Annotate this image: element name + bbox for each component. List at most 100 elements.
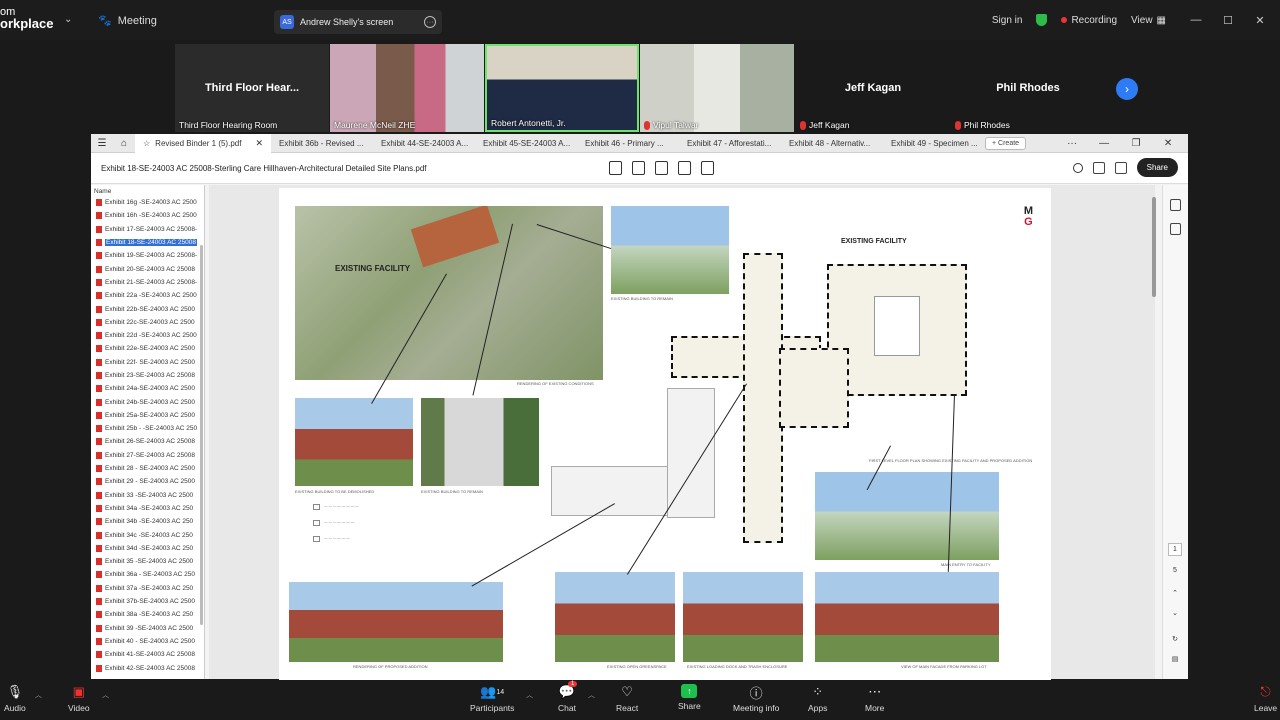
file-list-item[interactable]: Exhibit 24b-SE-24003 AC 2500 xyxy=(91,395,204,408)
chevron-up-icon[interactable]: ︿ xyxy=(588,690,595,700)
file-list-item[interactable]: Exhibit 36a - SE-24003 AC 250 xyxy=(91,568,204,581)
react-button[interactable]: ♡ React xyxy=(616,684,638,713)
tab-exhibit[interactable]: Exhibit 44-SE-24003 A... xyxy=(373,134,475,153)
file-list-item[interactable]: Exhibit 24a-SE-24003 AC 2500 xyxy=(91,382,204,395)
file-list-item[interactable]: Exhibit 37b-SE-24003 AC 2500 xyxy=(91,595,204,608)
security-shield-icon[interactable] xyxy=(1036,14,1048,26)
participants-button[interactable]: 👥 14 Participants xyxy=(470,684,514,713)
file-list-item[interactable]: Exhibit 39 -SE-24003 AC 2500 xyxy=(91,622,204,635)
file-list-item[interactable]: Exhibit 38a -SE-24003 AC 250 xyxy=(91,608,204,621)
file-list-item[interactable]: Exhibit 34a -SE-24003 AC 250 xyxy=(91,502,204,515)
sign-in-button[interactable]: Sign in xyxy=(992,15,1023,26)
tab-exhibit[interactable]: Exhibit 48 - Alternativ... xyxy=(781,134,883,153)
maximize-icon[interactable]: ☐ xyxy=(1212,14,1244,27)
chevron-up-icon[interactable]: ︿ xyxy=(35,690,42,700)
file-list-item[interactable]: Exhibit 34c -SE-24003 AC 250 xyxy=(91,528,204,541)
vertical-scrollbar[interactable] xyxy=(1149,185,1161,679)
file-list-item[interactable]: Exhibit 18-SE-24003 AC 25008 xyxy=(91,236,204,249)
search-icon[interactable] xyxy=(1072,162,1083,173)
file-list-item[interactable]: Exhibit 22d -SE-24003 AC 2500 xyxy=(91,329,204,342)
apps-button[interactable]: ⁘ Apps xyxy=(808,684,827,713)
restore-icon[interactable]: ❐ xyxy=(1120,138,1152,149)
close-icon[interactable]: ✕ xyxy=(255,138,263,149)
tab-revised-binder[interactable]: ☆ Revised Binder 1 (5).pdf ✕ xyxy=(135,133,271,153)
audio-button[interactable]: 🎙 Audio xyxy=(4,684,26,713)
chevron-up-icon[interactable]: ︿ xyxy=(102,690,109,700)
bookmark-icon[interactable] xyxy=(1170,199,1181,211)
chevron-down-icon[interactable]: ⌄ xyxy=(64,14,72,25)
close-icon[interactable]: ✕ xyxy=(1152,138,1184,149)
meeting-menu[interactable]: 🐾 Meeting xyxy=(98,14,157,28)
leave-button[interactable]: ⎋ Leave xyxy=(1254,684,1277,713)
file-list-item[interactable]: Exhibit 40 - SE-24003 AC 2500 xyxy=(91,635,204,648)
participant-tile[interactable]: Maurene McNeil ZHE xyxy=(330,44,484,132)
file-list-item[interactable]: Exhibit 34b -SE-24003 AC 250 xyxy=(91,515,204,528)
file-list-item[interactable]: Exhibit 20-SE-24003 AC 25008 xyxy=(91,262,204,275)
home-icon[interactable]: ⌂ xyxy=(113,138,135,149)
minimize-icon[interactable]: — xyxy=(1088,138,1120,149)
column-header-name[interactable]: Name xyxy=(91,185,204,196)
file-list-item[interactable]: Exhibit 21-SE-24003 AC 25008- xyxy=(91,276,204,289)
file-list-item[interactable]: Exhibit 22e-SE-24003 AC 2500 xyxy=(91,342,204,355)
tab-exhibit[interactable]: Exhibit 49 - Specimen ... xyxy=(883,134,979,153)
file-list-item[interactable]: Exhibit 17-SE-24003 AC 25008- xyxy=(91,223,204,236)
participant-tile[interactable]: Phil Rhodes Phil Rhodes xyxy=(951,44,1105,132)
file-list-item[interactable]: Exhibit 33 -SE-24003 AC 2500 xyxy=(91,489,204,502)
replace-page-icon[interactable] xyxy=(701,161,714,175)
file-list-item[interactable]: Exhibit 16g -SE-24003 AC 2500 xyxy=(91,196,204,209)
copy-icon[interactable] xyxy=(1170,223,1181,235)
move-folder-icon[interactable] xyxy=(632,161,645,175)
tab-exhibit[interactable]: Exhibit 47 - Afforestati... xyxy=(679,134,781,153)
scrollbar[interactable] xyxy=(200,245,203,625)
tab-exhibit[interactable]: Exhibit 36b - Revised ... xyxy=(271,134,373,153)
scrollbar-thumb[interactable] xyxy=(1152,197,1156,297)
extract-icon[interactable] xyxy=(655,161,668,175)
more-options-icon[interactable]: ··· xyxy=(1056,138,1088,149)
share-button[interactable]: Share xyxy=(1136,158,1178,177)
file-list-item[interactable]: Exhibit 37a -SE-24003 AC 250 xyxy=(91,582,204,595)
more-options-icon[interactable]: ··· xyxy=(424,16,436,28)
chat-button[interactable]: 💬 1 Chat xyxy=(558,681,578,713)
file-list-item[interactable]: Exhibit 34d -SE-24003 AC 250 xyxy=(91,542,204,555)
file-list-item[interactable]: Exhibit 25a-SE-24003 AC 2500 xyxy=(91,409,204,422)
file-list-item[interactable]: Exhibit 29 - SE-24003 AC 2500 xyxy=(91,475,204,488)
chevron-up-icon[interactable]: ⌃ xyxy=(1168,589,1182,597)
create-button[interactable]: + Create xyxy=(985,136,1027,150)
star-icon[interactable]: ☆ xyxy=(143,139,150,148)
file-list-item[interactable]: Exhibit 22c-SE-24003 AC 2500 xyxy=(91,316,204,329)
file-list-item[interactable]: Exhibit 28 - SE-24003 AC 2500 xyxy=(91,462,204,475)
shared-screen-tab[interactable]: AS Andrew Shelly's screen ··· xyxy=(274,10,442,34)
page-number-input[interactable]: 1 xyxy=(1168,543,1182,556)
file-list-item[interactable]: Exhibit 22a -SE-24003 AC 2500 xyxy=(91,289,204,302)
save-icon[interactable] xyxy=(1092,161,1105,174)
chevron-down-icon[interactable]: ⌄ xyxy=(1168,609,1182,617)
file-list-item[interactable]: Exhibit 35 -SE-24003 AC 2500 xyxy=(91,555,204,568)
tab-exhibit[interactable]: Exhibit 45-SE-24003 A... xyxy=(475,134,577,153)
participant-tile-active-speaker[interactable]: Robert Antonetti, Jr. xyxy=(485,44,639,132)
document-icon[interactable]: ▤ xyxy=(1168,655,1182,663)
view-button[interactable]: View ▦ xyxy=(1131,15,1166,26)
minimize-icon[interactable]: — xyxy=(1180,14,1212,26)
file-list-item[interactable]: Exhibit 41-SE-24003 AC 25008 xyxy=(91,648,204,661)
file-list-item[interactable]: Exhibit 19-SE-24003 AC 25008- xyxy=(91,249,204,262)
tab-exhibit[interactable]: Exhibit 46 - Primary ... xyxy=(577,134,679,153)
meeting-info-button[interactable]: ⓘ Meeting info xyxy=(733,684,779,714)
close-icon[interactable]: ✕ xyxy=(1244,14,1276,27)
file-list-item[interactable]: Exhibit 22b-SE-24003 AC 2500 xyxy=(91,302,204,315)
chevron-up-icon[interactable]: ︿ xyxy=(526,690,533,700)
rotate-icon[interactable]: ↻ xyxy=(1168,635,1182,643)
delete-icon[interactable] xyxy=(678,161,691,175)
menu-icon[interactable]: ☰ xyxy=(91,138,113,149)
participant-tile[interactable]: Vipul Talwar xyxy=(640,44,794,132)
next-page-arrow-icon[interactable]: › xyxy=(1116,78,1138,100)
file-list-item[interactable]: Exhibit 23-SE-24003 AC 25008 xyxy=(91,369,204,382)
participant-tile[interactable]: Jeff Kagan Jeff Kagan xyxy=(796,44,950,132)
print-icon[interactable] xyxy=(1114,161,1127,174)
file-list-item[interactable]: Exhibit 16h -SE-24003 AC 2500 xyxy=(91,209,204,222)
file-list-item[interactable]: Exhibit 42-SE-24003 AC 25008 xyxy=(91,661,204,674)
file-list-item[interactable]: Exhibit 22f- SE-24003 AC 2500 xyxy=(91,356,204,369)
recording-indicator[interactable]: Recording xyxy=(1061,15,1117,26)
file-list-item[interactable]: Exhibit 27-SE-24003 AC 25008 xyxy=(91,449,204,462)
share-screen-button[interactable]: ↑ Share xyxy=(678,684,701,711)
participant-tile[interactable]: Third Floor Hear... Third Floor Hearing … xyxy=(175,44,329,132)
